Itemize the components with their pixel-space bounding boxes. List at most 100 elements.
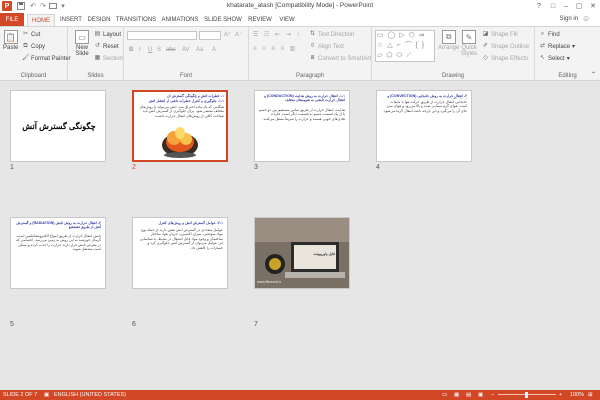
shape-outline-button[interactable]: ✐ Shape Outline	[482, 43, 529, 50]
tab-transitions[interactable]: TRANSITIONS	[116, 14, 156, 26]
slide-thumbnail-1[interactable]: چگونگی گسترش آتش	[10, 90, 106, 162]
tab-view[interactable]: VIEW	[277, 14, 297, 26]
align-text-button[interactable]: ⇳ Align Text	[309, 43, 344, 50]
slide-sorter-view-icon[interactable]: ▦	[454, 392, 459, 398]
reset-button[interactable]: ↺ Reset	[94, 43, 119, 50]
decrease-font-icon[interactable]: A⁻	[235, 31, 242, 38]
shadow-icon[interactable]: S	[157, 47, 161, 53]
font-name-select[interactable]	[127, 31, 197, 40]
shape-fill-button[interactable]: ◪ Shape Fill	[482, 31, 518, 38]
powerpoint-window: P ↶ ↷ ▾ khatarate_atash [Compatibility M…	[0, 0, 600, 400]
cut-button[interactable]: ✂ Cut	[22, 31, 40, 38]
tab-review[interactable]: REVIEW	[247, 14, 273, 26]
title-bar: P ↶ ↷ ▾ khatarate_atash [Compatibility M…	[0, 0, 600, 12]
slide-2[interactable]: ۱- خطرات آتش و چگونگی گسترش آن ۱-۱- جلوگ…	[132, 90, 228, 162]
tab-insert[interactable]: INSERT	[58, 14, 84, 26]
layout-icon: ▤	[94, 31, 101, 37]
slide-thumbnail-3[interactable]: ۱-۱- انتقال حرارت به روش هدایت (CONDUCTI…	[254, 90, 350, 162]
slide-thumbnail-2[interactable]: ۱- خطرات آتش و چگونگی گسترش آن ۱-۱- جلوگ…	[132, 90, 228, 162]
paint-bucket-icon: ◪	[482, 31, 489, 37]
help-icon[interactable]: ?	[532, 0, 546, 12]
align-icons[interactable]: ≡ ≡ ≡ ≡ ▥	[253, 45, 297, 52]
slide-thumbnail-4[interactable]: ۲- انتقال حرارت به روش جابجایی (CONVECTI…	[376, 90, 472, 162]
slide-title: چگونگی گسترش آتش	[22, 122, 96, 131]
slide-5[interactable]: ۳- انتقال حرارت به روش تابش (RADIATION) …	[10, 217, 106, 289]
font-color-icon[interactable]: A	[212, 47, 216, 53]
tab-file[interactable]: FILE	[0, 13, 24, 26]
feedback-icon[interactable]: ☺	[582, 14, 592, 24]
maximize-icon[interactable]: ▢	[572, 0, 586, 12]
reset-icon: ↺	[94, 43, 101, 49]
arrange-button[interactable]: ⧉ Arrange	[438, 30, 459, 51]
font-group: A⁺ A⁻ B I U S abc AV Aa A Font	[124, 27, 249, 80]
bullets-icon[interactable]: ☰ ☷ ⇤ ⇥ ↕	[253, 31, 301, 38]
slide-number: 1	[10, 164, 14, 171]
underline-icon[interactable]: U	[148, 47, 152, 53]
pen-icon: ✐	[482, 43, 489, 49]
char-spacing-icon[interactable]: AV	[182, 47, 190, 53]
strikethrough-icon[interactable]: abc	[166, 47, 176, 53]
tab-design[interactable]: DESIGN	[86, 14, 112, 26]
slides-group: ▭ New Slide ▤ Layout ↺ Reset ▦ Section Slid…	[68, 27, 124, 80]
drawing-label: Drawing	[441, 73, 464, 79]
language-indicator[interactable]: ENGLISH (UNITED STATES)	[54, 392, 126, 398]
status-bar: SLIDE 2 OF 7 ▣ ENGLISH (UNITED STATES) ▭…	[0, 390, 600, 400]
font-size-select[interactable]	[199, 31, 221, 40]
tab-slide-show[interactable]: SLIDE SHOW	[204, 14, 242, 26]
slide-1[interactable]: چگونگی گسترش آتش	[10, 90, 106, 162]
zoom-slider-thumb[interactable]	[525, 392, 528, 398]
copy-button[interactable]: ⧉ Copy	[22, 43, 45, 50]
reading-view-icon[interactable]: ▤	[466, 392, 471, 398]
slide-6[interactable]: ۴-۱- عوامل گسترش آتش و روش‌های کنترل عوا…	[132, 217, 228, 289]
normal-view-icon[interactable]: ▭	[442, 392, 447, 398]
collapse-ribbon-icon[interactable]: ⌃	[591, 71, 596, 78]
shapes-gallery[interactable]: ▭ ◯ ▷ ⬡ ⇒ ☆ △ ⌐ ⌒ { } ▱ ⬠ ⬭ ⟋	[375, 30, 435, 62]
italic-icon[interactable]: I	[139, 47, 141, 53]
paste-button[interactable]: 📋 Paste	[3, 30, 18, 51]
zoom-level[interactable]: 100%	[570, 392, 584, 398]
section-icon: ▦	[94, 55, 101, 61]
slide-title: ۳- انتقال حرارت به روش تابش (RADIATION) …	[16, 221, 101, 230]
select-button[interactable]: ↖ Select ▾	[539, 55, 570, 62]
minimize-icon[interactable]: –	[559, 0, 573, 12]
paste-icon: 📋	[3, 30, 18, 44]
change-case-icon[interactable]: Aa	[196, 47, 203, 53]
quick-styles-button[interactable]: ✎ Quick Styles	[458, 30, 480, 57]
zoom-out-button[interactable]: −	[491, 392, 494, 398]
slide-thumbnail-7[interactable]: فایل پاورپوینت www.fileword.ir	[254, 217, 350, 289]
slide-number: 6	[132, 321, 136, 328]
zoom-in-button[interactable]: +	[559, 392, 562, 398]
slideshow-view-icon[interactable]: ▣	[478, 392, 483, 398]
replace-button[interactable]: ⇄ Replace ▾	[539, 43, 575, 50]
sign-in-link[interactable]: Sign in	[560, 16, 578, 22]
ribbon-display-icon[interactable]: □	[546, 0, 560, 12]
tab-home[interactable]: HOME	[27, 14, 55, 26]
close-icon[interactable]: ✕	[586, 0, 600, 12]
spellcheck-icon[interactable]: ▣	[44, 392, 49, 398]
align-text-icon: ⇳	[309, 43, 316, 49]
format-painter-button[interactable]: 🖌 Format Painter	[22, 55, 71, 62]
bold-icon[interactable]: B	[129, 47, 133, 53]
fit-to-window-icon[interactable]: ⊞	[588, 392, 593, 398]
tab-animations[interactable]: ANIMATIONS	[160, 14, 200, 26]
slide-title: فایل پاورپوینت	[313, 252, 335, 256]
scissors-icon: ✂	[22, 31, 29, 37]
slide-4[interactable]: ۲- انتقال حرارت به روش جابجایی (CONVECTI…	[376, 90, 472, 162]
layout-button[interactable]: ▤ Layout	[94, 31, 121, 38]
slide-thumbnail-6[interactable]: ۴-۱- عوامل گسترش آتش و روش‌های کنترل عوا…	[132, 217, 228, 289]
ribbon-home: 📋 Paste ✂ Cut ⧉ Copy 🖌 Format Painter Clipb…	[0, 26, 600, 81]
slide-body: تابش انتقال حرارت از طریق امواج الکترومغ…	[15, 234, 101, 252]
find-button[interactable]: ⌕ Find	[539, 31, 560, 38]
ribbon-tabs: FILE HOME INSERT DESIGN TRANSITIONS ANIM…	[0, 12, 600, 26]
new-slide-button[interactable]: ▭ New Slide	[71, 30, 93, 57]
slide-7[interactable]: فایل پاورپوینت www.fileword.ir	[254, 217, 350, 289]
slide-3[interactable]: ۱-۱- انتقال حرارت به روش هدایت (CONDUCTI…	[254, 90, 350, 162]
section-button[interactable]: ▦ Section	[94, 55, 123, 62]
text-direction-button[interactable]: ⇅ Text Direction	[309, 31, 354, 38]
slide-thumbnail-5[interactable]: ۳- انتقال حرارت به روش تابش (RADIATION) …	[10, 217, 106, 289]
quick-styles-icon: ✎	[462, 30, 476, 44]
shape-effects-button[interactable]: ◇ Shape Effects	[482, 55, 528, 62]
increase-font-icon[interactable]: A⁺	[224, 31, 231, 38]
convert-smartart-button[interactable]: ⧈ Convert to SmartArt	[309, 55, 371, 62]
slide-title: ۱- خطرات آتش و چگونگی گسترش آن	[166, 94, 224, 98]
